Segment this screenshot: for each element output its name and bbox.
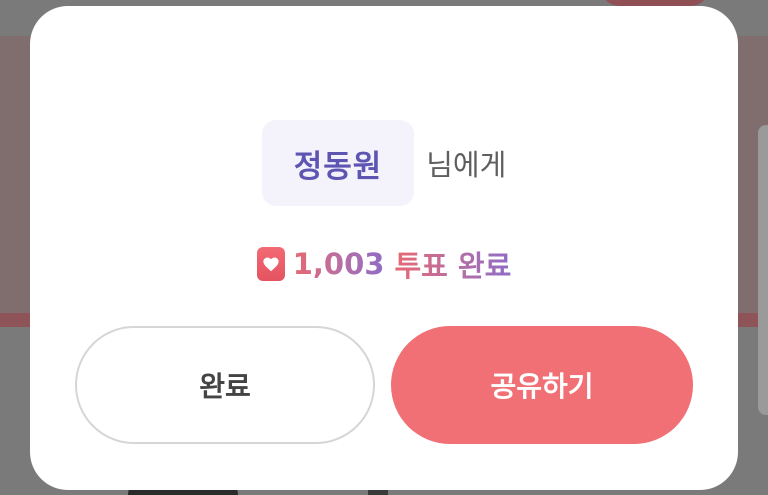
done-button[interactable]: 완료: [75, 326, 375, 444]
background-side-card: [758, 125, 768, 415]
vote-summary: 1,003 투표 완료: [30, 240, 738, 288]
vote-count: 1,003: [292, 247, 385, 281]
vote-complete-dialog: 정동원 님에게 1,003 투표 완료 완료 공유하기: [30, 6, 738, 490]
done-button-label: 완료: [199, 370, 251, 403]
vote-status: 투표 완료: [394, 243, 511, 285]
share-button-label: 공유하기: [490, 370, 594, 403]
heart-icon: [256, 247, 285, 281]
recipient-name: 정동원: [293, 148, 383, 185]
recipient-row: 정동원 님에게: [30, 120, 738, 206]
recipient-name-chip: 정동원: [261, 120, 415, 206]
recipient-suffix: 님에게: [426, 148, 507, 182]
share-button[interactable]: 공유하기: [391, 326, 693, 444]
